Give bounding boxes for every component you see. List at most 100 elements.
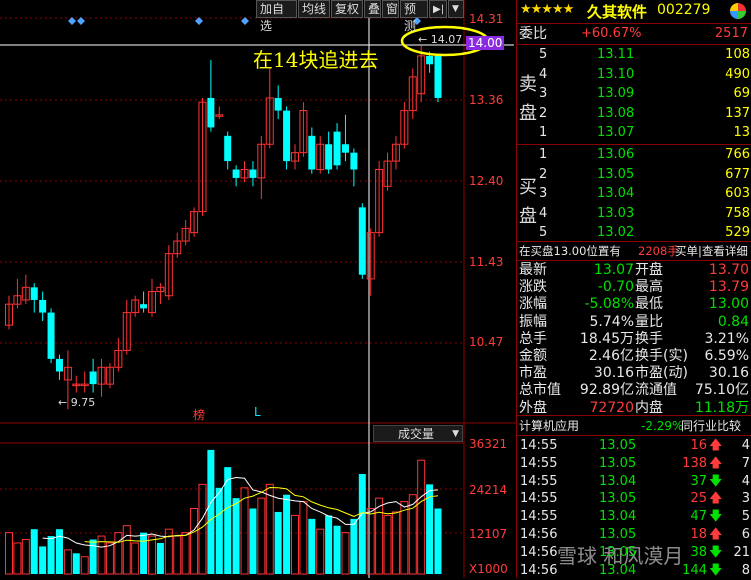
stock-name: 久其软件 xyxy=(587,3,648,21)
adjust-button[interactable]: 复权 xyxy=(331,0,363,18)
volume-bar xyxy=(21,539,30,575)
overlay-button[interactable]: 叠 xyxy=(364,0,381,18)
sector-compare-link[interactable]: 同行业比较 xyxy=(681,417,741,435)
event-diamond-icon xyxy=(68,17,76,25)
volume-unit: X1000 xyxy=(469,562,508,576)
level-price: 13.05 xyxy=(597,166,635,182)
stat-value: -5.08% xyxy=(584,296,634,313)
tick-row: 14:55 13.04 37 🡇 4 xyxy=(517,473,751,491)
volume-bar xyxy=(391,511,400,575)
candle-body xyxy=(426,55,434,65)
kline-chart-area[interactable]: 加自选 均线 复权 叠 窗 预测 ▶| ▼ 在14块追进去 14.31 14.0… xyxy=(0,0,516,578)
volume-bar xyxy=(140,532,148,574)
tick-count: 4 xyxy=(741,438,750,453)
stat-value: 30.16 xyxy=(708,365,749,382)
volume-bar xyxy=(215,487,223,574)
level-number: 1 xyxy=(539,147,548,162)
stat-value: 2.46亿 xyxy=(588,348,634,364)
volume-bar xyxy=(47,536,55,574)
l-mark-icon[interactable]: L xyxy=(254,405,261,419)
sector-change: -2.29% xyxy=(641,419,684,433)
level-qty: 603 xyxy=(725,186,750,201)
quote-panel: ★★★★★ 久其软件 002279 委比 +60.67% 2517 卖 盘 买 … xyxy=(516,0,751,578)
rating-stars: ★★★★★ xyxy=(520,2,574,17)
list-mark-icon[interactable]: 榜 xyxy=(193,406,205,423)
price-tick: 11.43 xyxy=(469,255,504,269)
buy-level-row[interactable]: 3 13.04 603 xyxy=(517,185,751,203)
volume-bar xyxy=(434,508,442,574)
candle-body xyxy=(249,169,257,178)
stat-value: 18.45万 xyxy=(579,330,634,347)
candle-body xyxy=(232,169,240,178)
level-price: 13.10 xyxy=(597,66,635,82)
buy-level-row[interactable]: 4 13.03 758 xyxy=(517,205,751,223)
candle-body xyxy=(434,55,442,98)
level-price: 13.08 xyxy=(597,105,635,121)
sell-level-row[interactable]: 5 13.11 108 xyxy=(517,46,751,64)
level-number: 2 xyxy=(539,166,548,182)
tick-row: 14:55 13.04 47 🡇 5 xyxy=(517,508,751,526)
stat-label: 外盘 xyxy=(519,399,547,416)
buy-level-row[interactable]: 5 13.02 529 xyxy=(517,224,751,242)
tick-time: 14:55 xyxy=(520,473,558,489)
volume-bar xyxy=(341,532,350,575)
volume-bar xyxy=(316,528,325,575)
volume-label: 成交量 xyxy=(398,427,435,441)
tick-count: 4 xyxy=(741,473,750,489)
kline-chart-svg[interactable] xyxy=(0,0,516,578)
add-favorite-button[interactable]: 加自选 xyxy=(256,0,297,33)
weibi-count: 2517 xyxy=(714,26,748,41)
stat-label: 内盘 xyxy=(635,399,663,416)
tick-qty: 144 xyxy=(682,562,707,578)
volume-bar xyxy=(148,535,156,575)
volume-bar xyxy=(350,518,358,574)
volume-indicator-select[interactable]: 成交量 ▼ xyxy=(373,425,463,442)
stat-value: 30.16 xyxy=(593,365,634,382)
tick-price: 13.05 xyxy=(599,491,637,507)
candle-body xyxy=(283,110,291,162)
tick-count: 5 xyxy=(741,509,750,525)
tick-price: 13.04 xyxy=(599,562,637,578)
level-number: 5 xyxy=(539,47,548,62)
level-price: 13.03 xyxy=(597,205,635,221)
sell-level-row[interactable]: 3 13.09 69 xyxy=(517,85,751,103)
volume-bar xyxy=(105,542,114,575)
tick-time: 14:56 xyxy=(520,544,558,560)
sell-level-row[interactable]: 4 13.10 490 xyxy=(517,66,751,84)
tick-row: 14:56 13.05 38 🡇 21 xyxy=(517,544,751,562)
big-order-info[interactable]: 在买盘13.00位置有 2208手 买单|查看详细 xyxy=(517,242,751,260)
stat-label: 市盈 xyxy=(519,365,547,382)
sector-row[interactable]: 计算机应用 -2.29% 同行业比较 xyxy=(517,417,751,435)
volume-bar xyxy=(156,542,164,574)
arrow-end-icon[interactable]: ▶| xyxy=(429,0,447,18)
chevron-down-icon: ▼ xyxy=(452,429,459,439)
low-price-value: 9.75 xyxy=(70,396,96,409)
volume-tick: 12107 xyxy=(469,527,508,541)
chevron-down-icon[interactable]: ▼ xyxy=(448,0,464,18)
sell-level-row[interactable]: 1 13.07 13 xyxy=(517,124,751,142)
level-qty: 13 xyxy=(733,125,750,140)
view-detail-link[interactable]: 买单|查看详细 xyxy=(675,242,748,260)
stat-value: 92.89亿 xyxy=(579,382,634,399)
sector-label[interactable]: 计算机应用 xyxy=(519,417,579,435)
forecast-button[interactable]: 预测 xyxy=(400,0,428,33)
stat-value: 5.74% xyxy=(589,313,634,330)
level-qty: 529 xyxy=(725,225,750,240)
candle-body xyxy=(274,97,282,111)
candle-body xyxy=(325,144,333,170)
app-logo-icon[interactable] xyxy=(730,3,746,19)
weibi-label: 委比 xyxy=(519,26,547,42)
volume-bar xyxy=(190,508,199,575)
buy-level-row[interactable]: 1 13.06 766 xyxy=(517,146,751,164)
stat-label: 开盘 xyxy=(635,262,663,278)
buy-level-row[interactable]: 2 13.05 677 xyxy=(517,166,751,184)
ma-button[interactable]: 均线 xyxy=(298,0,330,18)
volume-bar xyxy=(308,518,316,574)
stat-label: 最新 xyxy=(519,262,547,278)
stat-label: 总手 xyxy=(519,330,547,347)
window-button[interactable]: 窗 xyxy=(382,0,399,18)
tick-price: 13.05 xyxy=(599,527,637,542)
volume-bar xyxy=(358,474,366,574)
volume-bar xyxy=(283,494,291,574)
sell-level-row[interactable]: 2 13.08 137 xyxy=(517,105,751,123)
